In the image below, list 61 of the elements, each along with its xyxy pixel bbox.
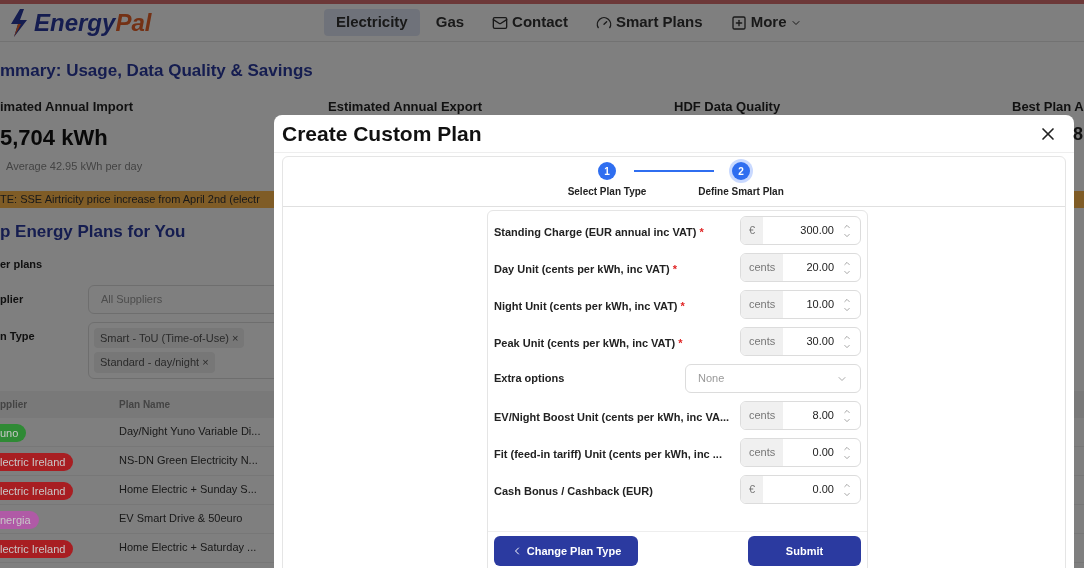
stat-label: Estimated Annual Export: [328, 98, 483, 115]
step-number: 2: [732, 162, 750, 180]
stat-label: Best Plan A: [1012, 98, 1084, 115]
number-field[interactable]: cents 30.00: [740, 327, 861, 356]
stat-note: Average 42.95 kWh per day: [5, 158, 143, 174]
section-title: p Energy Plans for You: [0, 220, 186, 243]
mail-icon: [492, 14, 509, 31]
number-field[interactable]: € 0.00: [740, 475, 861, 504]
supplier-tag: lectric Ireland: [0, 481, 74, 500]
nav-tab[interactable]: Smart Plans: [583, 9, 715, 36]
supplier-tag: lectric Ireland: [0, 452, 74, 471]
nav-tab[interactable]: More: [718, 9, 815, 36]
section-title: mmary: Usage, Data Quality & Savings: [0, 60, 313, 82]
unit-addon: cents: [741, 328, 784, 355]
supplier-tag: uno: [0, 423, 27, 442]
field-label: Day Unit (cents per kWh, inc VAT) *: [494, 262, 677, 275]
filter-label: n Type: [0, 328, 36, 344]
plus-icon: [730, 14, 747, 31]
filter-tag[interactable]: Smart - ToU (Time-of-Use) ×: [94, 327, 245, 348]
filter-heading: er plans: [0, 257, 43, 272]
number-field[interactable]: € 300.00: [740, 216, 861, 245]
field-label: EV/Night Boost Unit (cents per kWh, inc VA...: [494, 410, 730, 423]
field-label: Cash Bonus / Cashback (EUR): [494, 484, 653, 497]
field-label: Peak Unit (cents per kWh, inc VAT) *: [494, 336, 683, 349]
field-label: Standing Charge (EUR annual inc VAT) *: [494, 225, 704, 238]
unit-addon: €: [741, 217, 764, 244]
stat-value: 5,704 kWh: [0, 123, 108, 152]
field-label: Night Unit (cents per kWh, inc VAT) *: [494, 299, 685, 312]
nav-tab[interactable]: Gas: [423, 9, 477, 36]
plan-name: NS-DN Green Electricity N...: [119, 453, 258, 469]
filter-tag[interactable]: Standard - day/night ×: [94, 352, 215, 373]
change-plan-type-button[interactable]: Change Plan Type: [494, 536, 638, 566]
unit-addon: €: [741, 476, 764, 503]
unit-addon: cents: [741, 402, 784, 429]
lightning-bolt-icon: [8, 8, 30, 37]
logo-text: EnergyPal: [34, 7, 152, 38]
plan-name: Day/Night Yuno Variable Di...: [119, 424, 261, 440]
supplier-tag: lectric Ireland: [0, 539, 74, 558]
nav-tab[interactable]: Electricity: [324, 9, 420, 36]
stat-label: imated Annual Import: [0, 98, 134, 115]
plan-name: Home Electric + Sunday S...: [119, 482, 257, 498]
filter-label: plier: [0, 291, 25, 307]
field-label: Extra options: [494, 371, 566, 387]
step-number: 1: [598, 162, 616, 180]
unit-addon: cents: [741, 439, 784, 466]
field-label: Fit (feed-in tariff) Unit (cents per kWh, inc ...: [494, 447, 722, 460]
submit-button[interactable]: Submit: [748, 536, 861, 566]
modal-title: Create Custom Plan: [282, 120, 483, 147]
select-field[interactable]: None: [685, 364, 861, 393]
plan-name: EV Smart Drive & 50euro: [119, 511, 243, 527]
unit-addon: cents: [741, 254, 784, 281]
stat-label: HDF Data Quality: [674, 98, 781, 115]
nav-tab[interactable]: Contact: [480, 9, 580, 36]
supplier-tag: nergia: [0, 510, 39, 529]
unit-addon: cents: [741, 291, 784, 318]
gauge-icon: [595, 14, 612, 31]
number-field[interactable]: cents 20.00: [740, 253, 861, 282]
number-field[interactable]: cents 10.00: [740, 290, 861, 319]
number-field[interactable]: cents 8.00: [740, 401, 861, 430]
plan-name: Home Electric + Saturday ...: [119, 540, 257, 556]
number-field[interactable]: cents 0.00: [740, 438, 861, 467]
